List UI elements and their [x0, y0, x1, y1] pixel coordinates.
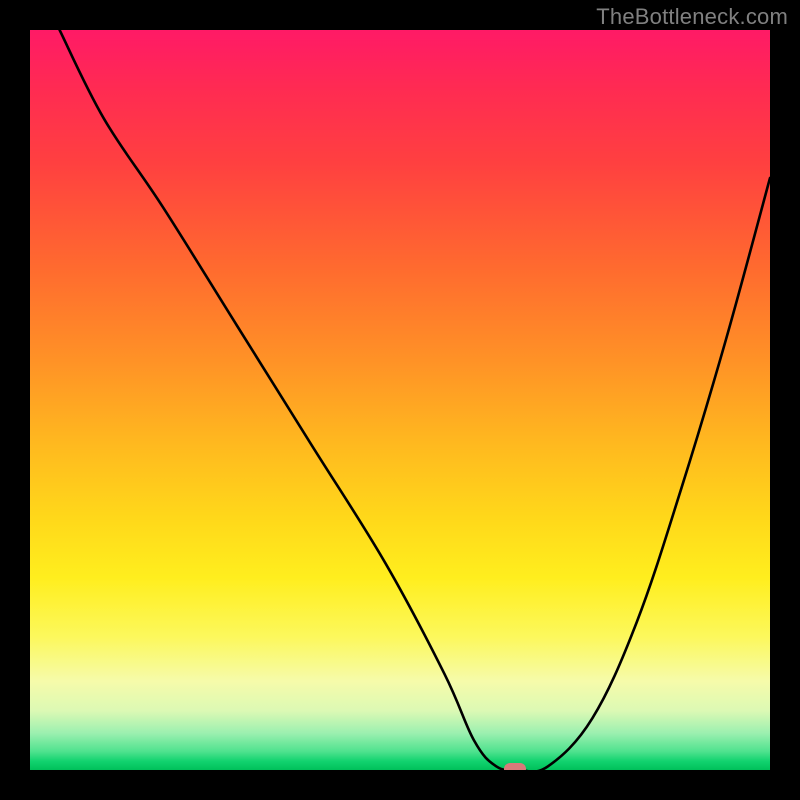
plot-area — [30, 30, 770, 770]
optimum-marker — [504, 763, 526, 770]
watermark-text: TheBottleneck.com — [596, 4, 788, 30]
chart-frame: TheBottleneck.com — [0, 0, 800, 800]
bottleneck-curve — [30, 30, 770, 770]
